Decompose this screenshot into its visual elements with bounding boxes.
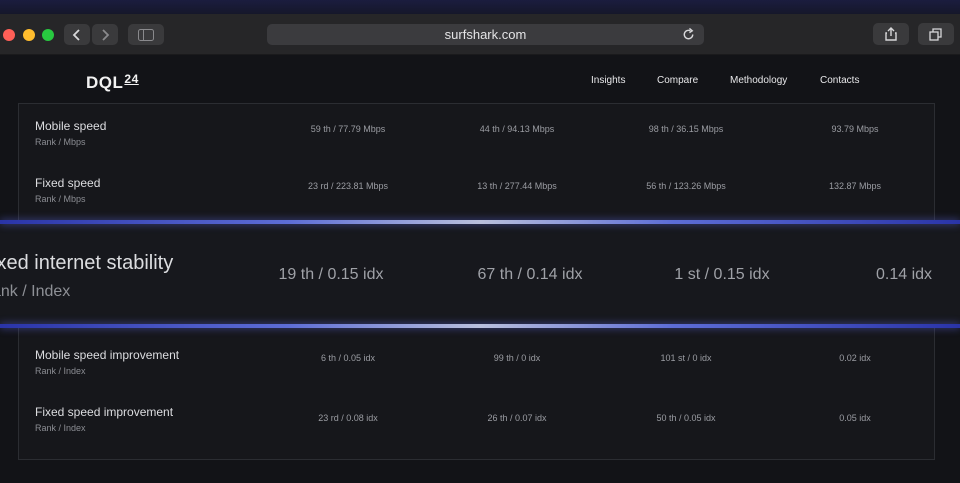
row-title: Fixed speed xyxy=(35,176,101,190)
logo-year: 24 xyxy=(124,72,139,86)
close-window-button[interactable] xyxy=(3,29,15,41)
zoomed-value-col-3: 1 st / 0.15 idx xyxy=(674,266,770,283)
nav-compare[interactable]: Compare xyxy=(657,75,698,86)
row-subtitle: Rank / Index xyxy=(35,423,86,433)
value-col-3: 98 th / 36.15 Mbps xyxy=(648,124,724,134)
row-subtitle: Rank / Mbps xyxy=(35,194,86,204)
table-row-mobile-speed: Mobile speed Rank / Mbps 59 th / 77.79 M… xyxy=(19,119,934,171)
nav-contacts[interactable]: Contacts xyxy=(820,75,859,86)
value-col-3: 56 th / 123.26 Mbps xyxy=(646,181,726,191)
logo-text: DQL xyxy=(86,73,124,92)
highlight-line-top xyxy=(0,220,960,224)
zoomed-value-col-2: 67 th / 0.14 idx xyxy=(477,266,583,283)
value-col-2: 13 th / 277.44 Mbps xyxy=(477,181,557,191)
value-col-1: 23 rd / 223.81 Mbps xyxy=(307,181,389,191)
value-col-2: 44 th / 94.13 Mbps xyxy=(479,124,555,134)
chevron-left-icon xyxy=(72,28,80,41)
site-logo[interactable]: DQL24 xyxy=(86,72,139,93)
nav-insights[interactable]: Insights xyxy=(591,75,625,86)
forward-button[interactable] xyxy=(92,24,118,45)
row-title: Mobile speed improvement xyxy=(35,348,180,362)
value-col-4: 0.05 idx xyxy=(839,413,871,423)
comparison-table-top: Mobile speed Rank / Mbps 59 th / 77.79 M… xyxy=(18,103,935,220)
highlight-line-bottom xyxy=(0,324,960,328)
share-button[interactable] xyxy=(873,23,909,45)
tabs-icon xyxy=(929,27,942,41)
nav-methodology[interactable]: Methodology xyxy=(730,75,787,86)
zoomed-row-title: ixed internet stability xyxy=(0,252,174,274)
zoomed-row-subtitle: ank / Index xyxy=(0,283,71,300)
row-title: Mobile speed xyxy=(35,119,107,133)
row-title: Fixed speed improvement xyxy=(35,405,174,419)
sidebar-icon xyxy=(138,28,154,41)
zoomed-row-fixed-internet-stability: ixed internet stability ank / Index 19 t… xyxy=(0,220,960,328)
url-text: surfshark.com xyxy=(444,27,527,42)
value-col-2: 99 th / 0 idx xyxy=(493,353,541,363)
value-col-3: 50 th / 0.05 idx xyxy=(656,413,716,423)
zoomed-value-col-1: 19 th / 0.15 idx xyxy=(278,266,384,283)
row-subtitle: Rank / Index xyxy=(35,366,86,376)
comparison-table-bottom: Mobile speed improvement Rank / Index 6 … xyxy=(18,325,935,460)
desktop-strip xyxy=(0,0,960,14)
value-col-1: 23 rd / 0.08 idx xyxy=(318,413,378,423)
zoom-window-button[interactable] xyxy=(42,29,54,41)
address-bar[interactable]: surfshark.com xyxy=(267,24,704,45)
share-icon xyxy=(885,27,897,41)
value-col-4: 132.87 Mbps xyxy=(828,181,882,191)
table-row-mobile-speed-improvement: Mobile speed improvement Rank / Index 6 … xyxy=(19,348,934,400)
zoomed-value-col-4: 0.14 idx xyxy=(875,266,933,283)
reload-icon[interactable] xyxy=(681,27,696,42)
value-col-2: 26 th / 0.07 idx xyxy=(487,413,547,423)
tabs-overview-button[interactable] xyxy=(918,23,954,45)
back-button[interactable] xyxy=(64,24,90,45)
row-subtitle: Rank / Mbps xyxy=(35,137,86,147)
value-col-4: 0.02 idx xyxy=(839,353,871,363)
value-col-1: 59 th / 77.79 Mbps xyxy=(310,124,386,134)
table-row-fixed-speed-improvement: Fixed speed improvement Rank / Index 23 … xyxy=(19,405,934,457)
minimize-window-button[interactable] xyxy=(23,29,35,41)
chevron-right-icon xyxy=(102,28,110,41)
value-col-1: 6 th / 0.05 idx xyxy=(320,353,376,363)
sidebar-button[interactable] xyxy=(128,24,164,45)
value-col-4: 93.79 Mbps xyxy=(831,124,879,134)
value-col-3: 101 st / 0 idx xyxy=(660,353,712,363)
